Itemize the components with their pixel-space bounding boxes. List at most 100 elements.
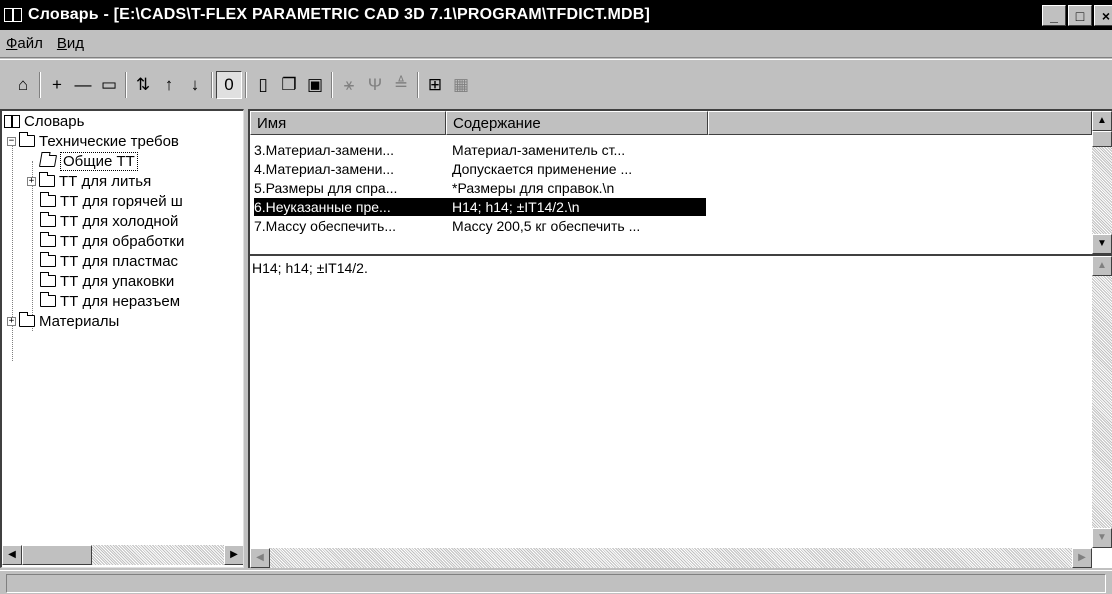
tree-item-root[interactable]: Словарь [4, 111, 84, 131]
column-content-header[interactable]: Содержание [446, 111, 708, 135]
scroll-left-button[interactable]: ◀ [2, 545, 22, 565]
tree-item-packaging[interactable]: ТТ для упаковки [40, 271, 174, 291]
folder-icon [40, 232, 56, 247]
title-bar: Словарь - [E:\CADS\T-FLEX PARAMETRIC CAD… [0, 0, 1112, 30]
scroll-down-button[interactable]: ▼ [1092, 528, 1112, 548]
open-folder-icon[interactable]: ⌂ [10, 71, 36, 99]
roughness-icon[interactable]: ≜ [388, 71, 414, 99]
grid-icon[interactable]: ▦ [448, 71, 474, 99]
tree-item-requirements[interactable]: − Технические требов [7, 131, 179, 151]
scroll-up-button[interactable]: ▲ [1092, 111, 1112, 131]
plus-icon[interactable]: + [44, 71, 70, 99]
window-title: Словарь - [E:\CADS\T-FLEX PARAMETRIC CAD… [28, 6, 651, 23]
scroll-right-button[interactable]: ▶ [1072, 548, 1092, 568]
column-name-header[interactable]: Имя [250, 111, 446, 135]
paste-icon[interactable]: ▣ [302, 71, 328, 99]
minus-icon[interactable]: — [70, 71, 96, 99]
folder-icon [40, 252, 56, 267]
list-item-content: H14; h14; ±IT14/2.\n [452, 199, 580, 215]
menu-view[interactable]: Вид [57, 35, 84, 52]
maximize-button[interactable]: □ [1068, 5, 1092, 26]
toolbar-separator [331, 71, 333, 98]
list-item-content: *Размеры для справок.\n [452, 180, 615, 196]
book-icon[interactable]: ▯ [250, 71, 276, 99]
editor-horizontal-scrollbar[interactable]: ◀ ▶ [250, 548, 1092, 568]
list-item[interactable]: 3.Материал-замени... Материал-заменитель… [254, 141, 706, 159]
sort-az-icon[interactable]: ⇅ [130, 71, 156, 99]
list-item-name: 5.Размеры для спра... [254, 180, 398, 196]
tree-item-casting[interactable]: + ТТ для литья [27, 171, 151, 191]
tree-item-label: ТТ для горячей ш [60, 192, 183, 210]
column-empty-header[interactable] [708, 111, 1092, 135]
toolbar-separator [211, 71, 213, 98]
scroll-thumb[interactable] [22, 545, 92, 565]
folder-icon [40, 192, 56, 207]
menu-file-mnemonic: Ф [6, 35, 18, 52]
scroll-thumb[interactable] [1092, 131, 1112, 147]
table-icon[interactable]: ⊞ [422, 71, 448, 99]
content-text[interactable]: H14; h14; ±IT14/2. [252, 260, 368, 276]
list-item[interactable]: 7.Массу обеспечить... Массу 200,5 кг обе… [254, 217, 706, 235]
menu-view-label: ид [66, 35, 85, 52]
tree-item-hot-stamping[interactable]: ТТ для горячей ш [40, 191, 183, 211]
list-vertical-scrollbar[interactable]: ▲ ▼ [1092, 111, 1112, 254]
paperclip-icon[interactable]: 0 [216, 70, 242, 99]
list-item[interactable]: 4.Материал-замени... Допускается примене… [254, 160, 706, 178]
tree-item-general[interactable]: Общие ТТ [38, 151, 138, 171]
list-item-name: 6.Неуказанные пре... [254, 199, 391, 215]
minimize-button[interactable]: _ [1042, 5, 1066, 26]
toolbar-separator [417, 71, 419, 98]
folder-icon [40, 292, 56, 307]
list-item-selected[interactable]: 6.Неуказанные пре... H14; h14; ±IT14/2.\… [254, 198, 706, 216]
editor-vertical-scrollbar[interactable]: ▲ ▼ [1092, 256, 1112, 548]
tree-item-label: ТТ для обработки [60, 232, 185, 250]
open-folder-icon [38, 155, 58, 167]
tree-item-machining[interactable]: ТТ для обработки [40, 231, 184, 251]
list-header: Имя Содержание [250, 111, 1092, 135]
scroll-down-button[interactable]: ▼ [1092, 234, 1112, 254]
close-button[interactable]: × [1094, 5, 1112, 26]
folder-icon [19, 312, 35, 327]
scroll-up-button[interactable]: ▲ [1092, 256, 1112, 276]
list-item-content: Допускается применение ... [452, 161, 633, 177]
scroll-right-button[interactable]: ▶ [224, 545, 243, 565]
tree-item-label: ТТ для холодной [60, 212, 179, 230]
tolerance-icon[interactable]: Ψ [362, 71, 388, 99]
tree-item-cold-stamping[interactable]: ТТ для холодной [40, 211, 178, 231]
list-item-content: Материал-заменитель ст... [452, 142, 626, 158]
menu-file[interactable]: Файл [6, 35, 43, 52]
tree-item-label: ТТ для пластмас [60, 252, 179, 270]
scroll-left-button[interactable]: ◀ [250, 548, 270, 568]
tree-item-permanent-joints[interactable]: ТТ для неразъем [40, 291, 180, 311]
copy-icon[interactable]: ❐ [276, 71, 302, 99]
arrow-up-icon[interactable]: ↑ [156, 71, 182, 99]
folder-icon [39, 172, 55, 187]
tree-horizontal-scrollbar[interactable]: ◀ ▶ [2, 545, 243, 565]
content-editor[interactable]: H14; h14; ±IT14/2. ▲ ▼ ◀ ▶ [248, 254, 1112, 568]
list-item-content: Массу 200,5 кг обеспечить ... [452, 218, 641, 234]
menu-bar: Файл Вид [0, 30, 1112, 58]
tree-view[interactable]: Словарь − Технические требов Общие ТТ + … [0, 109, 244, 568]
tree-item-label: Словарь [24, 112, 85, 130]
tree-item-label: ТТ для литья [59, 172, 152, 190]
properties-icon[interactable]: ▭ [96, 71, 122, 99]
expand-icon[interactable]: + [27, 176, 36, 186]
folder-icon [19, 132, 35, 147]
window-controls: _ □ × [1042, 5, 1112, 26]
tree-item-label: ТТ для упаковки [60, 272, 175, 290]
list-item[interactable]: 5.Размеры для спра... *Размеры для справ… [254, 179, 706, 197]
entries-list[interactable]: Имя Содержание 3.Материал-замени... Мате… [248, 109, 1112, 254]
list-item-name: 7.Массу обеспечить... [254, 218, 396, 234]
expand-icon[interactable]: + [7, 316, 16, 326]
tree-item-label: Технические требов [39, 132, 179, 150]
symbol-icon[interactable]: ⚹ [336, 71, 362, 99]
toolbar-separator [39, 71, 41, 98]
toolbar-separator [245, 71, 247, 98]
dictionary-app-icon [4, 8, 22, 22]
tree-item-materials[interactable]: + Материалы [7, 311, 119, 331]
collapse-icon[interactable]: − [7, 136, 16, 146]
arrow-down-icon[interactable]: ↓ [182, 71, 208, 99]
tree-item-plastics[interactable]: ТТ для пластмас [40, 251, 178, 271]
menu-file-label: айл [17, 35, 43, 52]
menu-view-mnemonic: В [56, 35, 67, 52]
